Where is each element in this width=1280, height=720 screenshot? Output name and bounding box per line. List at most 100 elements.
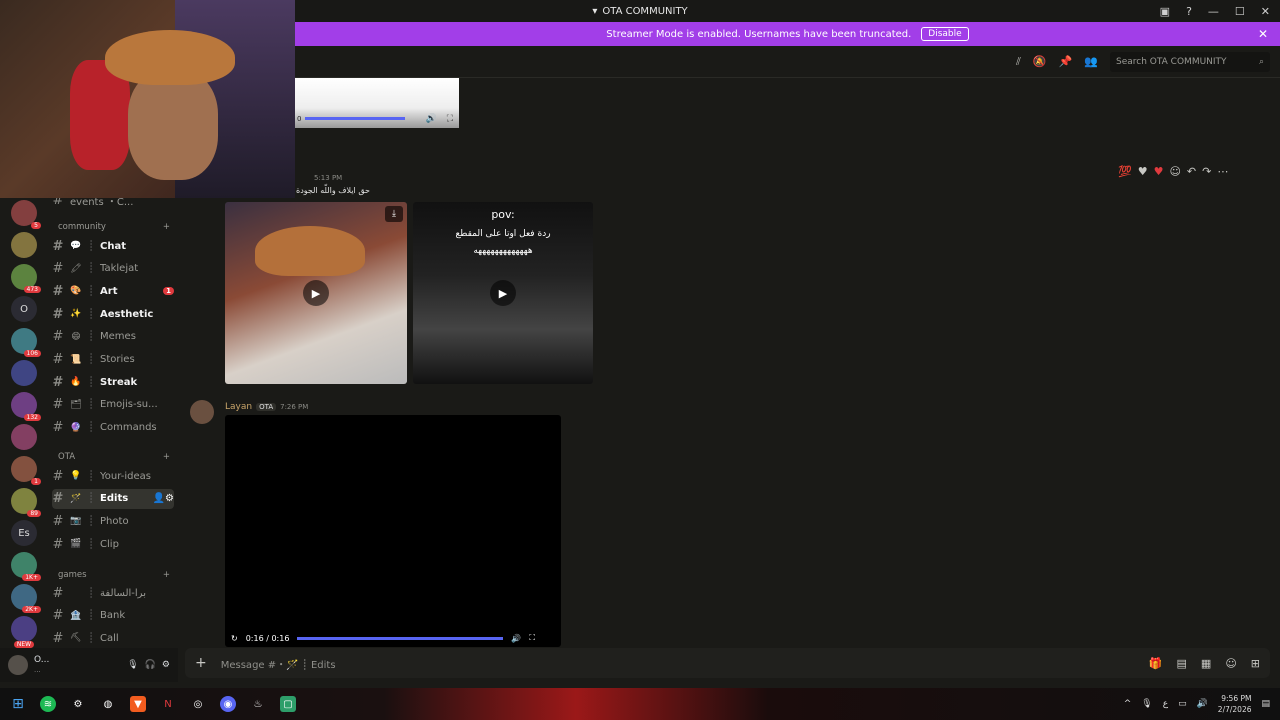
discord-icon[interactable]: ◉ xyxy=(220,696,236,712)
download-icon[interactable]: ⤓ xyxy=(385,206,403,222)
close-window-button[interactable]: ✕ xyxy=(1261,5,1270,18)
network-icon[interactable]: ▭ xyxy=(1178,699,1187,709)
channel-item[interactable]: # 🔮 ┊ Commands xyxy=(52,418,174,438)
category-community[interactable]: community + xyxy=(58,222,170,232)
steam-icon[interactable]: ♨ xyxy=(250,696,266,712)
settings-app-icon[interactable]: ⚙ xyxy=(70,696,86,712)
notifications-icon[interactable]: ▤ xyxy=(1261,699,1270,709)
add-channel-icon[interactable]: + xyxy=(163,452,170,462)
volume-tray-icon[interactable]: 🔊 xyxy=(1197,699,1208,709)
channel-settings-icon[interactable]: 👤⚙ xyxy=(153,493,174,504)
server-icon[interactable]: NEW xyxy=(11,616,37,648)
volume-icon[interactable]: 🔊 xyxy=(426,114,437,124)
play-icon[interactable]: ▶ xyxy=(303,280,329,306)
threads-icon[interactable]: ⫽ xyxy=(1016,55,1021,69)
channel-item[interactable]: # 🗂 ┊ Emojis-su... xyxy=(52,395,174,415)
server-icon[interactable]: 473 xyxy=(11,264,41,293)
video-progress-bar[interactable] xyxy=(305,117,405,120)
channel-item[interactable]: # 🖍 ┊ Taklejat xyxy=(52,259,174,279)
brave-icon[interactable]: ▼ xyxy=(130,696,146,712)
server-icon[interactable]: 89 xyxy=(11,488,41,517)
browser-icon[interactable]: ◎ xyxy=(190,696,206,712)
terminal-icon[interactable]: ▢ xyxy=(280,696,296,712)
microphone-icon[interactable]: 🎙 xyxy=(127,660,138,670)
server-icon[interactable]: Es xyxy=(11,520,37,546)
server-icon[interactable] xyxy=(11,360,37,386)
add-channel-icon[interactable]: + xyxy=(163,570,170,580)
server-icon[interactable]: 2K+ xyxy=(11,584,41,613)
channel-item[interactable]: # 😄 ┊ Memes xyxy=(52,327,174,347)
maximize-button[interactable]: ☐ xyxy=(1235,5,1245,18)
minimize-button[interactable]: — xyxy=(1208,5,1219,18)
more-icon[interactable]: ⋯ xyxy=(1217,165,1228,178)
fullscreen-icon[interactable]: ⛶ xyxy=(529,633,535,643)
channel-item[interactable]: # 🔥 ┊ Streak xyxy=(52,372,174,392)
server-icon[interactable] xyxy=(11,232,37,258)
channel-item[interactable]: # ✨ ┊ Aesthetic xyxy=(52,304,174,324)
video-player[interactable]: ↻ 0:16 / 0:16 🔊 ⛶ xyxy=(225,415,561,647)
gift-icon[interactable]: 🎁 xyxy=(1149,657,1163,670)
avatar[interactable] xyxy=(190,400,214,424)
category-games[interactable]: games + xyxy=(58,570,170,580)
windows-start-icon[interactable]: ⊞ xyxy=(10,696,26,712)
player-progress-bar[interactable] xyxy=(297,636,504,640)
message-area[interactable]: 0 🔊 ⛶ 5:13 PM حق ايلاف واللّه الجودة ⤓ ▶… xyxy=(178,78,1280,648)
spotify-icon[interactable]: ≋ xyxy=(40,696,56,712)
server-icon[interactable]: 1 xyxy=(11,456,41,485)
reaction-100-icon[interactable]: 💯 xyxy=(1118,165,1132,178)
pin-icon[interactable]: 📌 xyxy=(1059,55,1073,68)
avatar[interactable] xyxy=(8,655,28,675)
reaction-white-heart-icon[interactable]: ♥ xyxy=(1138,165,1148,178)
mute-bell-icon[interactable]: 🔕 xyxy=(1033,55,1047,68)
gif-icon[interactable]: ▤ xyxy=(1177,657,1187,670)
user-info[interactable]: O... ... xyxy=(34,655,49,675)
channel-item[interactable]: # 💬 ┊ Chat xyxy=(52,236,174,256)
channel-item[interactable]: # 🪄 ┊ Edits 👤⚙ xyxy=(52,488,174,509)
channel-item[interactable]: # 📜 ┊ Stories xyxy=(52,350,174,370)
fullscreen-icon[interactable]: ⛶ xyxy=(447,114,453,124)
video-attachment-reaction[interactable]: ⤓ ▶ xyxy=(225,202,407,384)
netflix-icon[interactable]: N xyxy=(160,696,176,712)
disable-button[interactable]: Disable xyxy=(921,27,969,41)
inbox-icon[interactable]: ▣ xyxy=(1160,5,1170,18)
server-icon[interactable]: 132 xyxy=(11,392,41,421)
replay-icon[interactable]: ↻ xyxy=(231,634,238,643)
chevron-up-icon[interactable]: ^ xyxy=(1124,699,1132,709)
help-icon[interactable]: ? xyxy=(1186,5,1192,18)
category-ota[interactable]: OTA + xyxy=(58,452,170,462)
channel-item[interactable]: # 💡 ┊ Your-ideas xyxy=(52,466,174,486)
channel-item[interactable]: # 🎨 ┊ Art 1 xyxy=(52,281,174,301)
play-icon[interactable]: ▶ xyxy=(490,280,516,306)
add-attachment-icon[interactable]: + xyxy=(195,655,207,671)
video-attachment-top[interactable]: 0 🔊 ⛶ xyxy=(295,78,459,128)
clock[interactable]: 9:56 PM 2/7/2026 xyxy=(1218,693,1252,715)
server-icon[interactable]: O xyxy=(11,296,37,322)
mic-tray-icon[interactable]: 🎙 xyxy=(1141,699,1152,709)
add-reaction-icon[interactable]: ☺ xyxy=(1169,165,1180,178)
reply-icon[interactable]: ↶ xyxy=(1187,165,1196,178)
server-icon[interactable]: 106 xyxy=(11,328,41,357)
server-icon[interactable]: 5 xyxy=(11,200,41,229)
video-attachment-pov[interactable]: pov: ردة فعل اوتا على المقطع ههههههههههه… xyxy=(413,202,593,384)
headphones-icon[interactable]: 🎧 xyxy=(145,660,156,670)
message-composer[interactable]: + Message #・🪄 ┊ Edits 🎁 ▤ ▦ ☺ ⊞ xyxy=(185,648,1270,678)
members-icon[interactable]: 👥 xyxy=(1084,55,1098,68)
chevron-down-icon[interactable]: ▾ xyxy=(592,6,597,17)
forward-icon[interactable]: ↷ xyxy=(1202,165,1211,178)
channel-item[interactable]: # 🏦 ┊ Bank xyxy=(52,606,174,626)
channel-item[interactable]: # 🎬 ┊ Clip xyxy=(52,534,174,554)
reaction-red-heart-icon[interactable]: ♥ xyxy=(1154,165,1164,178)
apps-icon[interactable]: ⊞ xyxy=(1251,657,1260,670)
sticker-icon[interactable]: ▦ xyxy=(1201,657,1211,670)
volume-icon[interactable]: 🔊 xyxy=(511,634,521,643)
channel-item[interactable]: # ⛏ ┊ Call xyxy=(52,628,174,648)
emoji-icon[interactable]: ☺ xyxy=(1225,657,1236,670)
gear-icon[interactable]: ⚙ xyxy=(162,660,170,670)
server-icon[interactable] xyxy=(11,424,37,450)
author-name[interactable]: Layan xyxy=(225,402,252,412)
language-indicator[interactable]: ع xyxy=(1163,699,1168,709)
search-input[interactable]: Search OTA COMMUNITY ⌕ xyxy=(1110,51,1270,72)
channel-item[interactable]: # ┊ برا-السالفة xyxy=(52,583,174,603)
server-icon[interactable]: 1K+ xyxy=(11,552,41,581)
channel-item[interactable]: # 📷 ┊ Photo xyxy=(52,511,174,531)
